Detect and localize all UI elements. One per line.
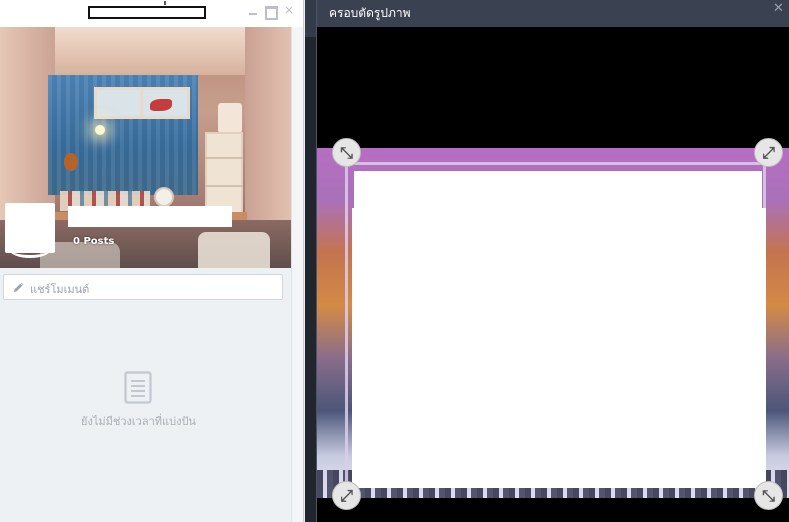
profile-titlebar: ✕ bbox=[0, 0, 303, 27]
document-icon bbox=[124, 371, 152, 404]
cover-clock bbox=[154, 187, 174, 207]
dialog-bottom-bar bbox=[317, 498, 789, 522]
cover-red-decor bbox=[150, 99, 172, 111]
cover-boxes bbox=[218, 103, 242, 133]
window-gap bbox=[305, 0, 316, 522]
posts-count[interactable]: 0 Posts bbox=[73, 236, 114, 247]
cover-shelf-line bbox=[205, 157, 243, 159]
cover-window-bar bbox=[140, 87, 143, 119]
app-root: ✕ 0 Posts แชร์โมเมนต์ ยังไม่มีช่วงเวลาที… bbox=[0, 0, 789, 522]
profile-title-field bbox=[88, 6, 206, 19]
crop-area[interactable] bbox=[352, 208, 766, 488]
window-gap-top bbox=[305, 0, 316, 37]
profile-name bbox=[68, 206, 232, 227]
avatar-ring bbox=[9, 240, 51, 258]
cover-chair bbox=[198, 232, 270, 268]
resize-handle-top-left[interactable]: ⤡ bbox=[332, 138, 361, 167]
empty-state-message: ยังไม่มีช่วงเวลาที่แบ่งปัน bbox=[81, 415, 196, 428]
dialog-title: ครอบตัดรูปภาพ bbox=[329, 6, 411, 20]
crop-area-top bbox=[354, 171, 762, 211]
resize-handle-bottom-right[interactable]: ⤡ bbox=[754, 481, 783, 510]
maximize-icon[interactable] bbox=[264, 5, 278, 20]
cover-shelf bbox=[205, 132, 243, 217]
minimize-icon[interactable] bbox=[247, 5, 259, 17]
share-moment-placeholder: แชร์โมเมนต์ bbox=[30, 283, 90, 296]
crop-image-dialog: ครอบตัดรูปภาพ ✕ ⤡ ⤢ ⤢ ⤡ bbox=[316, 0, 789, 522]
cover-guitar bbox=[64, 153, 78, 171]
scrollbar[interactable] bbox=[291, 27, 303, 522]
close-icon[interactable]: ✕ bbox=[773, 1, 784, 16]
profile-panel: ✕ 0 Posts แชร์โมเมนต์ ยังไม่มีช่วงเวลาที… bbox=[0, 0, 304, 522]
titlebar-mark bbox=[164, 1, 166, 5]
resize-handle-bottom-left[interactable]: ⤢ bbox=[332, 481, 361, 510]
cover-shelf-line bbox=[205, 185, 243, 187]
share-moment-input[interactable]: แชร์โมเมนต์ bbox=[3, 274, 283, 300]
pencil-icon bbox=[14, 282, 24, 292]
resize-handle-top-right[interactable]: ⤢ bbox=[754, 138, 783, 167]
close-icon[interactable]: ✕ bbox=[283, 5, 295, 17]
cover-lamp bbox=[95, 125, 105, 135]
dialog-titlebar: ครอบตัดรูปภาพ ✕ bbox=[317, 0, 789, 27]
